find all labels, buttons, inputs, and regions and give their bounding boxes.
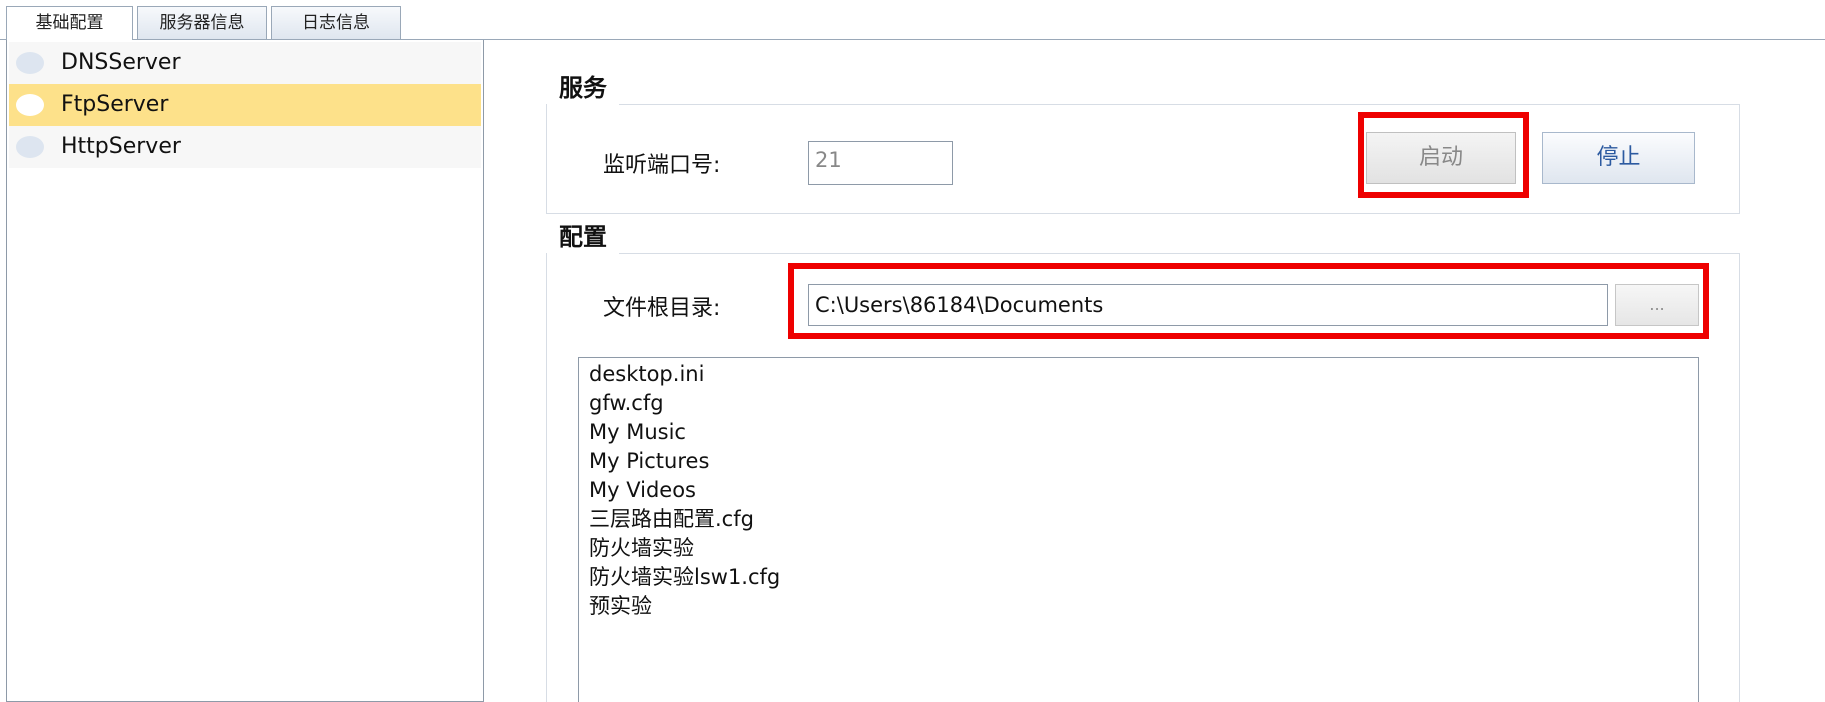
list-item[interactable]: 防火墙实验	[589, 534, 694, 563]
tab-log-info[interactable]: 日志信息	[271, 6, 401, 39]
root-dir-label: 文件根目录:	[603, 296, 721, 321]
list-item[interactable]: gfw.cfg	[589, 389, 664, 418]
list-item[interactable]: My Music	[589, 418, 686, 447]
server-item-ftp[interactable]: FtpServer	[9, 84, 481, 126]
server-item-label: DNSServer	[61, 50, 181, 75]
list-item[interactable]: 三层路由配置.cfg	[589, 505, 754, 534]
list-item[interactable]: My Videos	[589, 476, 696, 505]
server-item-dns[interactable]: DNSServer	[9, 42, 481, 84]
server-dot-icon	[16, 52, 44, 74]
server-item-http[interactable]: HttpServer	[9, 126, 481, 168]
config-group-title: 配置	[547, 220, 619, 254]
file-listbox[interactable]: desktop.ini gfw.cfg My Music My Pictures…	[578, 357, 1699, 702]
server-list: DNSServer FtpServer HttpServer	[6, 40, 484, 702]
port-label: 监听端口号:	[603, 153, 721, 178]
stop-button[interactable]: 停止	[1542, 132, 1695, 184]
port-input[interactable]: 21	[808, 141, 953, 185]
list-item[interactable]: 预实验	[589, 592, 652, 621]
server-dot-icon	[16, 94, 44, 116]
tab-bar: 基础配置 服务器信息 日志信息	[0, 0, 1825, 40]
tab-server-info[interactable]: 服务器信息	[137, 6, 267, 39]
server-dot-icon	[16, 136, 44, 158]
service-group-title: 服务	[547, 71, 619, 105]
list-item[interactable]: My Pictures	[589, 447, 709, 476]
list-item[interactable]: 防火墙实验lsw1.cfg	[589, 563, 780, 592]
server-item-label: HttpServer	[61, 134, 181, 159]
list-item[interactable]: desktop.ini	[589, 360, 704, 389]
start-button-highlight	[1358, 112, 1529, 198]
app-window: 基础配置 服务器信息 日志信息 DNSServer FtpServer Http…	[0, 0, 1825, 702]
server-item-label: FtpServer	[61, 92, 169, 117]
root-dir-highlight	[788, 263, 1709, 339]
tab-basic-config[interactable]: 基础配置	[6, 6, 133, 40]
